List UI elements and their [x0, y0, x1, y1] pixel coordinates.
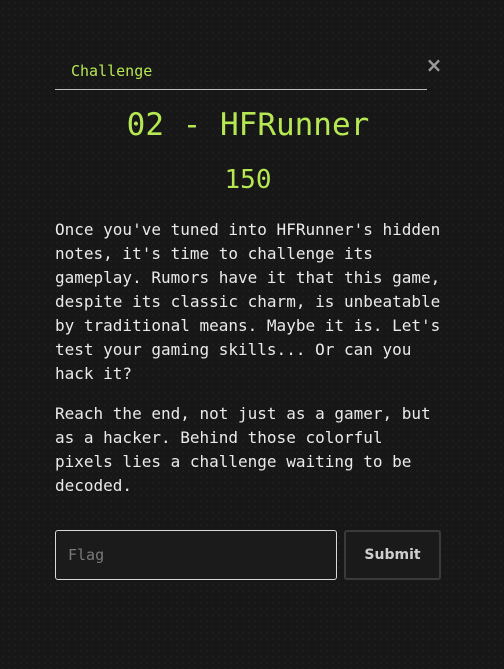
flag-input[interactable] — [55, 530, 337, 580]
challenge-description: Once you've tuned into HFRunner's hidden… — [55, 218, 450, 514]
description-paragraph: Reach the end, not just as a gamer, but … — [55, 404, 431, 495]
challenge-points: 150 — [224, 165, 272, 195]
close-icon[interactable]: × — [424, 54, 444, 76]
modal-tab-bar: Challenge — [55, 58, 427, 90]
tab-challenge[interactable]: Challenge — [71, 62, 152, 80]
challenge-modal: × Challenge 02 - HFRunner 150 Once you'v… — [0, 0, 504, 669]
challenge-title: 02 - HFRunner — [126, 107, 370, 143]
description-paragraph: Once you've tuned into HFRunner's hidden… — [55, 220, 441, 383]
submit-button[interactable]: Submit — [344, 530, 441, 580]
